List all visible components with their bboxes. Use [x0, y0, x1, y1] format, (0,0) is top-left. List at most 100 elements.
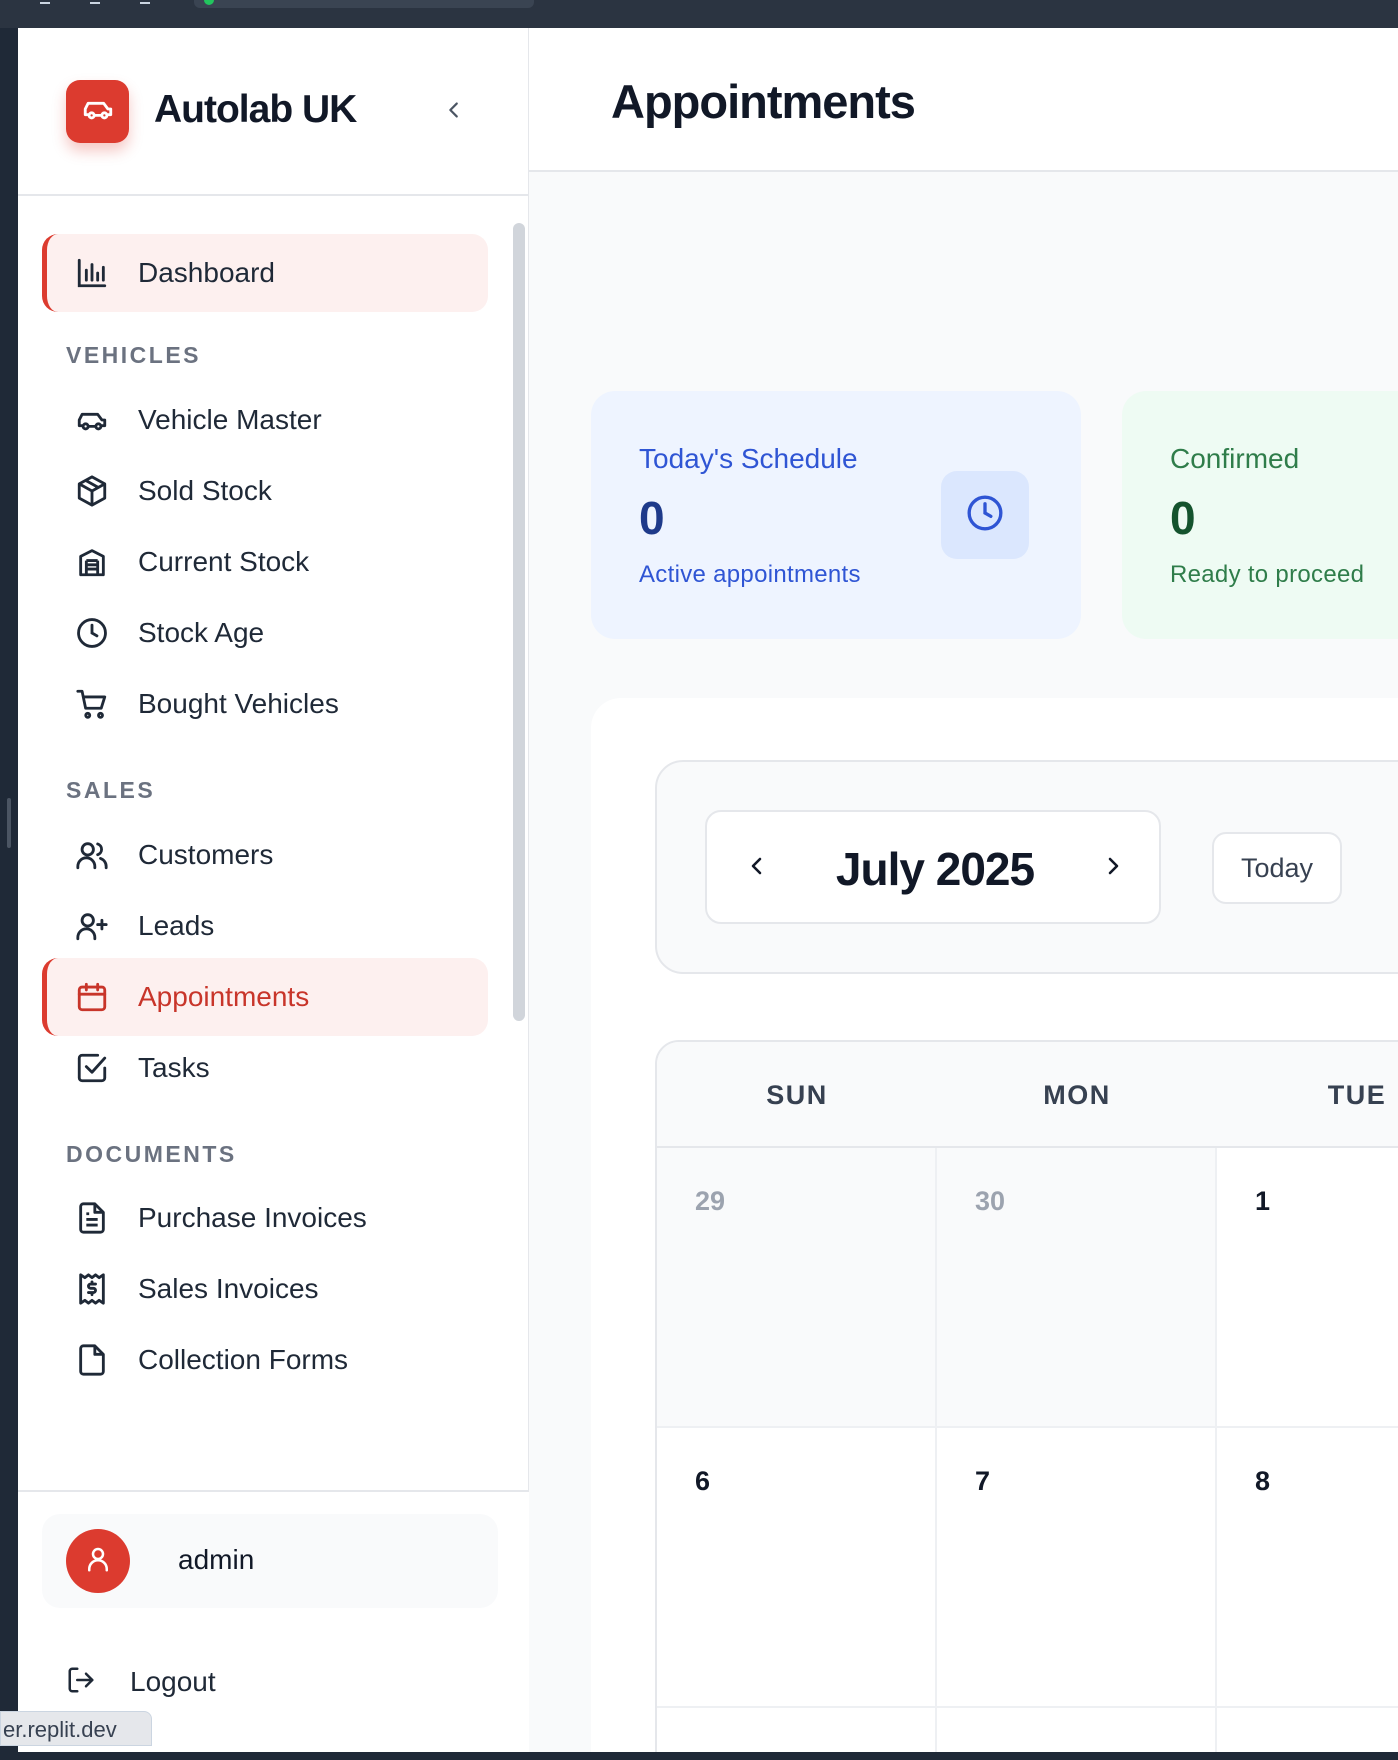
- sidebar-item-label: Customers: [138, 839, 274, 870]
- calendar-grid: SUN MON TUE 29 30 1 6 7 8: [655, 1040, 1398, 1752]
- sidebar-item-label: Leads: [138, 910, 215, 941]
- collapse-sidebar-button[interactable]: [438, 96, 470, 128]
- next-month-button[interactable]: [1093, 848, 1133, 888]
- user-name: admin: [178, 1544, 255, 1575]
- address-bar[interactable]: [194, 0, 534, 8]
- user-plus-icon: [72, 906, 112, 946]
- day-number: 30: [975, 1186, 1006, 1216]
- day-number: 8: [1255, 1466, 1271, 1496]
- calendar-day-cell[interactable]: 1: [1217, 1148, 1398, 1428]
- sidebar-item-label: Appointments: [138, 981, 310, 1012]
- sidebar-item-label: Collection Forms: [138, 1344, 349, 1375]
- stat-card-confirmed: Confirmed 0 Ready to proceed: [1122, 391, 1398, 639]
- app-root: Autolab UK Dashboard VEHICLES Vehicle Ma…: [18, 28, 1398, 1752]
- sidebar-scrollbar[interactable]: [513, 223, 525, 1021]
- page-title: Appointments: [611, 75, 916, 128]
- brand-logo: [66, 80, 129, 143]
- resize-handle[interactable]: [7, 798, 11, 848]
- bar-chart-icon: [72, 253, 112, 293]
- building-icon: [72, 542, 112, 582]
- brand-header: Autolab UK: [18, 28, 529, 196]
- section-label-documents: DOCUMENTS: [66, 1141, 237, 1167]
- stat-card-todays-schedule: Today's Schedule 0 Active appointments: [591, 391, 1081, 639]
- status-url-tooltip: er.replit.dev: [0, 1711, 152, 1746]
- forward-icon[interactable]: [90, 0, 100, 4]
- file-text-icon: [72, 1198, 112, 1238]
- day-number: 1: [1255, 1186, 1271, 1216]
- stat-icon-box: [941, 471, 1029, 559]
- sidebar-item-label: Tasks: [138, 1052, 210, 1083]
- weekday-header: SUN MON TUE: [657, 1042, 1398, 1148]
- check-square-icon: [72, 1048, 112, 1088]
- sidebar-item-customers[interactable]: Customers: [42, 816, 488, 894]
- stat-value: 0: [1170, 492, 1196, 544]
- brand-name: Autolab UK: [154, 88, 357, 131]
- sidebar-item-purchase-invoices[interactable]: Purchase Invoices: [42, 1179, 488, 1257]
- calendar-day-cell[interactable]: 8: [1217, 1428, 1398, 1708]
- stat-subtitle: Active appointments: [639, 561, 861, 588]
- weekday-sun: SUN: [766, 1080, 828, 1110]
- window-edge: [0, 28, 18, 1760]
- avatar: [66, 1529, 130, 1593]
- day-number: 6: [695, 1466, 711, 1496]
- car-icon: [72, 400, 112, 440]
- sidebar-item-bought-vehicles[interactable]: Bought Vehicles: [42, 665, 488, 743]
- sidebar-item-appointments[interactable]: Appointments: [42, 958, 488, 1036]
- calendar-day-cell[interactable]: [1217, 1708, 1398, 1752]
- logout-icon: [66, 1665, 96, 1700]
- logout-button[interactable]: Logout: [66, 1657, 216, 1707]
- browser-toolbar: [0, 0, 1398, 28]
- calendar-day-cell[interactable]: 6: [657, 1428, 937, 1708]
- sidebar-item-stock-age[interactable]: Stock Age: [42, 594, 488, 672]
- receipt-icon: [72, 1269, 112, 1309]
- weekday-tue: TUE: [1327, 1080, 1387, 1110]
- back-icon[interactable]: [40, 0, 50, 4]
- sidebar: Autolab UK Dashboard VEHICLES Vehicle Ma…: [18, 28, 529, 1752]
- sidebar-item-leads[interactable]: Leads: [42, 887, 488, 965]
- main-content: Appointments Today's Schedule 0 Active a…: [529, 28, 1398, 1752]
- sidebar-item-sales-invoices[interactable]: Sales Invoices: [42, 1250, 488, 1328]
- calendar-day-cell[interactable]: [937, 1708, 1217, 1752]
- users-icon: [72, 835, 112, 875]
- page-header: Appointments: [529, 28, 1398, 172]
- stat-subtitle: Ready to proceed: [1170, 561, 1365, 588]
- user-icon: [83, 1544, 113, 1579]
- calendar-day-cell[interactable]: 7: [937, 1428, 1217, 1708]
- sidebar-item-label: Vehicle Master: [138, 404, 322, 435]
- clock-icon: [965, 493, 1005, 538]
- month-navigator: July 2025: [705, 810, 1161, 924]
- day-number: 29: [695, 1186, 726, 1216]
- clock-icon: [72, 613, 112, 653]
- calendar-day-cell[interactable]: 29: [657, 1148, 937, 1428]
- sidebar-item-vehicle-master[interactable]: Vehicle Master: [42, 381, 488, 459]
- calendar-day-cell[interactable]: 30: [937, 1148, 1217, 1428]
- sidebar-item-dashboard[interactable]: Dashboard: [42, 234, 488, 312]
- weekday-mon: MON: [1043, 1080, 1111, 1110]
- sidebar-item-label: Purchase Invoices: [138, 1202, 367, 1233]
- logout-label: Logout: [130, 1666, 216, 1697]
- stat-label: Today's Schedule: [639, 443, 858, 474]
- sidebar-nav: Dashboard VEHICLES Vehicle Master Sold S…: [18, 198, 529, 1498]
- file-icon: [72, 1340, 112, 1380]
- calendar-day-cell[interactable]: [657, 1708, 937, 1752]
- chevron-right-icon: [1101, 854, 1125, 883]
- today-button[interactable]: Today: [1212, 832, 1342, 904]
- sidebar-item-label: Sold Stock: [138, 475, 272, 506]
- box-icon: [72, 471, 112, 511]
- section-label-vehicles: VEHICLES: [66, 342, 202, 368]
- calendar-toolbar: July 2025 Today: [655, 760, 1398, 974]
- stat-label: Confirmed: [1170, 443, 1300, 474]
- sidebar-item-collection-forms[interactable]: Collection Forms: [42, 1321, 488, 1399]
- sidebar-item-label: Sales Invoices: [138, 1273, 319, 1304]
- sidebar-item-current-stock[interactable]: Current Stock: [42, 523, 488, 601]
- section-label-sales: SALES: [66, 777, 156, 803]
- sidebar-item-label: Bought Vehicles: [138, 688, 339, 719]
- cart-icon: [72, 684, 112, 724]
- reload-icon[interactable]: [140, 0, 150, 4]
- sidebar-item-label: Dashboard: [138, 257, 275, 288]
- sidebar-item-sold-stock[interactable]: Sold Stock: [42, 452, 488, 530]
- day-number: 7: [975, 1466, 991, 1496]
- sidebar-item-tasks[interactable]: Tasks: [42, 1029, 488, 1107]
- user-profile-card[interactable]: admin: [42, 1514, 498, 1608]
- calendar-icon: [72, 977, 112, 1017]
